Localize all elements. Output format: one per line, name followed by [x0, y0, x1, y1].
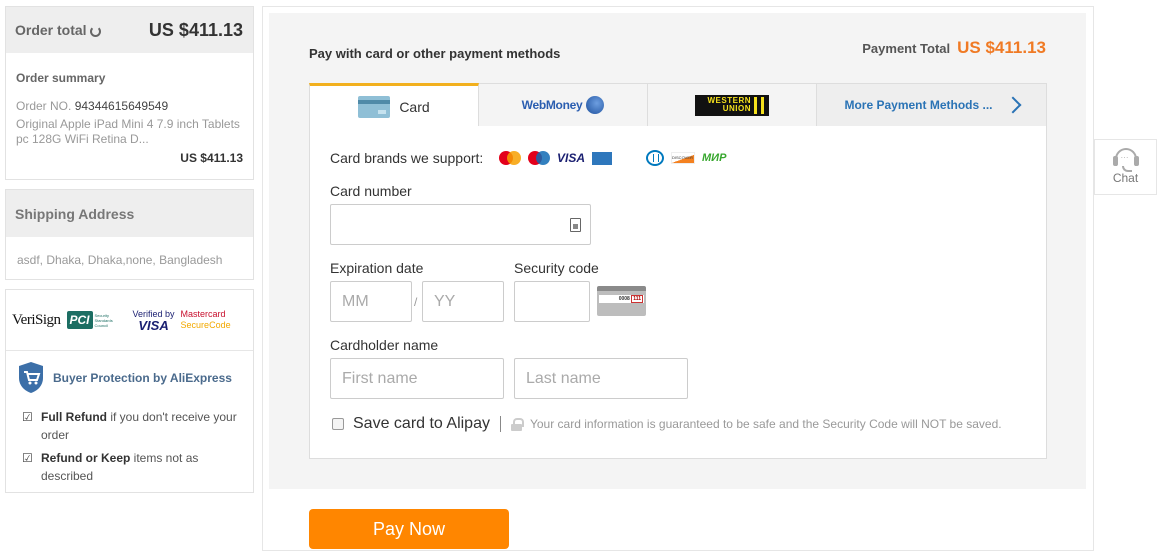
security-code-label: Security code: [514, 260, 599, 276]
mir-icon: МИР: [702, 152, 727, 164]
order-number-value: 94344615649549: [74, 99, 169, 113]
refresh-icon[interactable]: [89, 25, 101, 37]
pci-logo: PCI Security Standards Council: [66, 311, 127, 329]
order-summary: Order summary Order NO. 94344615649549 O…: [6, 53, 253, 165]
payment-method-tabs: Card WebMoney WESTERN UNION More Payment …: [309, 83, 1047, 127]
security-code-field[interactable]: [514, 281, 590, 322]
mastercard-securecode-logo: Mastercard SecureCode: [180, 309, 231, 330]
card-scan-icon: [570, 218, 581, 232]
expiry-month-input[interactable]: [342, 282, 411, 321]
divider: [499, 416, 501, 432]
webmoney-logo: WebMoney: [522, 96, 605, 114]
lock-icon: [510, 417, 524, 431]
mastercard-icon: [499, 151, 521, 165]
headset-icon: ···: [1112, 146, 1140, 172]
last-name-field[interactable]: [514, 358, 688, 399]
save-card-label[interactable]: Save card to Alipay: [353, 415, 490, 433]
pay-now-button[interactable]: Pay Now: [309, 509, 509, 549]
order-total-header: Order total US $411.13: [6, 7, 253, 53]
security-note: Your card information is guaranteed to b…: [529, 417, 1002, 431]
shipping-address-text: asdf, Dhaka, Dhaka,none, Bangladesh: [17, 253, 223, 267]
maestro-icon: [528, 151, 550, 165]
discover-icon: DISCOVER: [671, 152, 696, 164]
checkmark-icon: ☑: [22, 410, 33, 424]
tab-card[interactable]: Card: [309, 83, 479, 127]
expiry-month-field[interactable]: [330, 281, 412, 322]
chevron-right-icon: [1004, 96, 1022, 114]
order-number: Order NO. 94344615649549: [16, 99, 169, 113]
payment-total: Payment Total US $411.13: [862, 38, 1046, 58]
last-name-input[interactable]: [526, 359, 687, 398]
order-total-card: Order total US $411.13 Order summary Ord…: [5, 6, 254, 180]
expiry-year-input[interactable]: [434, 282, 503, 321]
tab-webmoney[interactable]: WebMoney: [479, 83, 648, 127]
card-number-field[interactable]: [330, 204, 591, 245]
buyer-protection-header: Buyer Protection by AliExpress: [6, 351, 253, 394]
payment-total-value: US $411.13: [957, 38, 1046, 57]
expiry-year-field[interactable]: [422, 281, 504, 322]
amex-icon: [592, 151, 613, 165]
card-number-input[interactable]: [342, 205, 590, 244]
security-code-input[interactable]: [526, 282, 589, 321]
list-item: ☑ Full Refund if you don't receive your …: [22, 410, 237, 442]
order-total-label: Order total: [15, 22, 101, 38]
save-card-row: Save card to Alipay Your card informatio…: [332, 415, 1002, 433]
verisign-logo: VeriSign: [12, 311, 61, 328]
card-brands-list: VISA DISCOVER МИР: [499, 150, 726, 166]
verified-by-visa-logo: Verified by VISA: [132, 309, 175, 333]
list-item: ☑ Refund or Keep items not as described: [22, 451, 199, 483]
visa-icon: VISA: [557, 151, 586, 165]
shield-cart-icon: [19, 362, 43, 393]
shipping-address-title: Shipping Address: [6, 190, 253, 237]
save-card-checkbox[interactable]: [332, 418, 344, 430]
security-logos: VeriSign PCI Security Standards Council …: [6, 290, 253, 351]
shipping-address-card: Shipping Address asdf, Dhaka, Dhaka,none…: [5, 189, 254, 280]
credit-card-icon: [358, 95, 391, 118]
jcb-icon: [619, 151, 639, 165]
order-item-title[interactable]: Original Apple iPad Mini 4 7.9 inch Tabl…: [16, 117, 243, 147]
card-form: Card brands we support: VISA DISCOVER МИ…: [309, 126, 1047, 459]
chat-label: Chat: [1112, 171, 1139, 185]
buyer-protection-title[interactable]: Buyer Protection by AliExpress: [53, 371, 232, 385]
western-union-logo: WESTERN UNION: [695, 94, 769, 116]
diners-club-icon: [646, 150, 665, 166]
cvv-hint-card-icon: 0008 111: [597, 286, 646, 316]
first-name-input[interactable]: [342, 359, 503, 398]
tab-western-union[interactable]: WESTERN UNION: [648, 83, 817, 127]
order-item-price: US $411.13: [180, 151, 243, 165]
trust-protection-card: VeriSign PCI Security Standards Council …: [5, 289, 254, 493]
expiration-date-label: Expiration date: [330, 260, 424, 276]
payment-title: Pay with card or other payment methods: [309, 46, 561, 61]
card-number-label: Card number: [330, 183, 412, 199]
first-name-field[interactable]: [330, 358, 504, 399]
expiry-separator: /: [414, 295, 418, 309]
payment-total-label: Payment Total: [862, 41, 951, 56]
chat-button[interactable]: ··· Chat: [1094, 139, 1157, 195]
order-total-value: US $411.13: [148, 19, 243, 40]
tab-more-payment-methods[interactable]: More Payment Methods ...: [817, 83, 1047, 127]
order-summary-title: Order summary: [16, 71, 106, 85]
checkmark-icon: ☑: [22, 451, 33, 465]
webmoney-globe-icon: [586, 96, 605, 114]
cardholder-name-label: Cardholder name: [330, 337, 439, 353]
buyer-protection-list: ☑ Full Refund if you don't receive your …: [6, 394, 253, 485]
card-brands-label: Card brands we support:: [330, 150, 484, 166]
